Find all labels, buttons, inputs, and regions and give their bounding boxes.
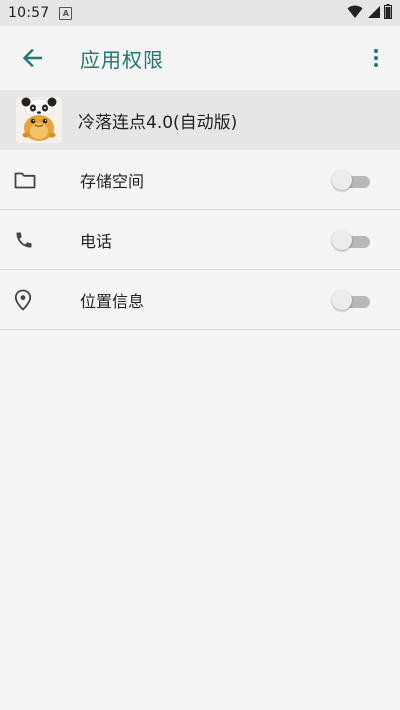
more-vert-icon	[374, 49, 378, 53]
arrow-back-icon	[22, 49, 42, 67]
location-icon	[0, 289, 56, 311]
status-bar: 10:57 A	[0, 0, 400, 26]
permission-row-phone[interactable]: 电话	[0, 210, 400, 270]
phone-icon	[0, 230, 56, 250]
page-title: 应用权限	[80, 47, 164, 72]
a-notification-icon: A	[59, 6, 73, 20]
wifi-icon	[347, 5, 363, 18]
back-button[interactable]	[0, 26, 64, 90]
app-name: 冷落连点4.0(自动版)	[78, 112, 238, 133]
permission-row-storage[interactable]: 存储空间	[0, 150, 400, 210]
phone-toggle[interactable]	[332, 229, 370, 251]
app-info-header: 冷落连点4.0(自动版)	[0, 90, 400, 150]
folder-icon	[0, 171, 56, 189]
status-time: 10:57	[8, 5, 50, 21]
permission-label: 存储空间	[80, 171, 145, 191]
location-toggle[interactable]	[332, 289, 370, 311]
permission-list: 存储空间 电话 位置信息	[0, 150, 400, 330]
storage-toggle[interactable]	[332, 169, 370, 191]
app-icon	[16, 97, 62, 143]
permission-label: 位置信息	[80, 291, 145, 311]
more-options-button[interactable]	[364, 44, 388, 72]
signal-icon	[368, 5, 380, 18]
app-bar: 应用权限	[0, 26, 400, 90]
battery-icon	[384, 4, 392, 19]
permission-row-location[interactable]: 位置信息	[0, 270, 400, 330]
status-icons	[347, 4, 392, 19]
permission-label: 电话	[80, 231, 113, 251]
